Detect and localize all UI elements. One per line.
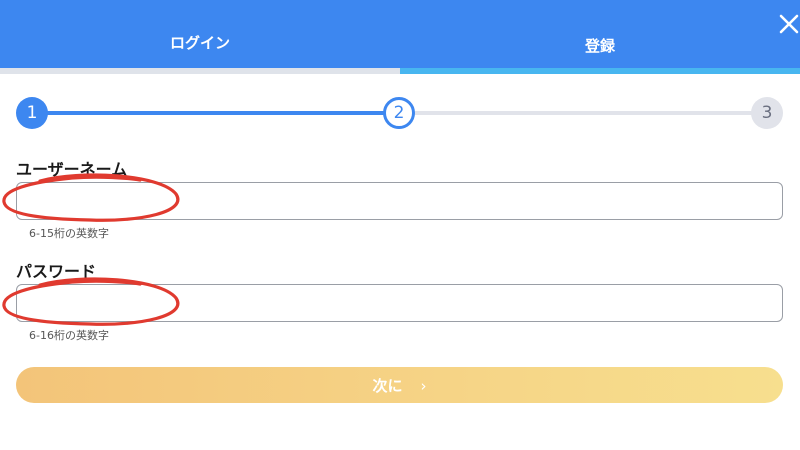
tab-login-label: ログイン xyxy=(169,34,230,52)
next-button[interactable]: 次に › xyxy=(16,367,783,403)
chevron-right-icon: › xyxy=(420,376,427,395)
username-label: ユーザーネーム xyxy=(16,160,128,179)
tab-login-underline xyxy=(0,68,400,74)
next-button-label: 次に xyxy=(372,376,403,395)
close-button[interactable] xyxy=(778,12,800,36)
password-hint: 6-16桁の英数字 xyxy=(29,329,109,342)
step-connector-done xyxy=(46,111,386,115)
tab-register-underline xyxy=(400,68,800,74)
tab-login[interactable]: ログイン xyxy=(0,0,400,74)
progress-stepper: 1 2 3 xyxy=(0,94,800,134)
tab-register-label: 登録 xyxy=(584,37,615,55)
tab-register[interactable]: 登録 xyxy=(400,0,800,74)
step-2-indicator: 2 xyxy=(383,97,415,129)
step-connector-todo xyxy=(414,111,754,115)
step-3-indicator: 3 xyxy=(751,97,783,129)
username-input[interactable] xyxy=(16,182,783,220)
close-icon xyxy=(779,14,799,34)
header: ログイン 登録 xyxy=(0,0,800,74)
password-input[interactable] xyxy=(16,284,783,322)
username-hint: 6-15桁の英数字 xyxy=(29,227,109,240)
step-1-indicator: 1 xyxy=(16,97,48,129)
password-label: パスワード xyxy=(16,262,97,281)
